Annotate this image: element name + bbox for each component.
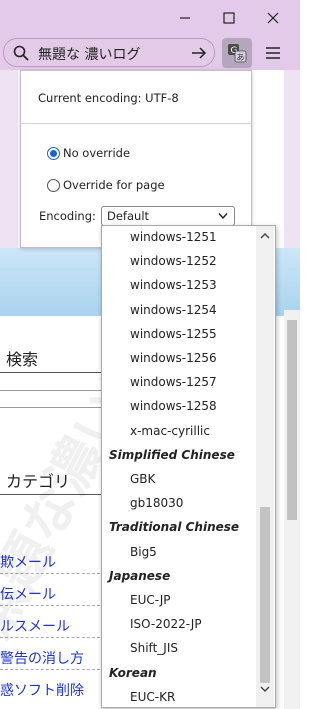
menu-button[interactable] bbox=[260, 40, 286, 66]
divider bbox=[0, 637, 100, 638]
dropdown-option[interactable]: x-mac-cyrillic bbox=[130, 424, 210, 438]
dropdown-group-header: Simplified Chinese bbox=[109, 447, 235, 462]
arrow-right-icon[interactable] bbox=[190, 44, 208, 62]
dropdown-option[interactable]: windows-1253 bbox=[130, 278, 217, 292]
current-encoding-text: Current encoding: UTF-8 bbox=[38, 91, 179, 105]
dropdown-option[interactable]: Shift_JIS bbox=[130, 641, 178, 655]
address-bar[interactable]: 無題な 濃いログ bbox=[3, 38, 215, 67]
category-link[interactable]: ルスメール bbox=[0, 616, 70, 636]
no-override-radio[interactable]: No override bbox=[47, 146, 130, 160]
browser-toolbar: 無題な 濃いログ G あ bbox=[0, 36, 300, 70]
divider bbox=[0, 669, 100, 670]
dropdown-scrollbar-thumb[interactable] bbox=[260, 507, 270, 683]
dropdown-option[interactable]: windows-1255 bbox=[130, 327, 217, 341]
category-link[interactable]: 伝メール bbox=[0, 584, 56, 604]
encoding-select[interactable]: Default bbox=[101, 206, 235, 226]
dropdown-option[interactable]: ISO-2022-JP bbox=[130, 617, 202, 631]
window-titlebar bbox=[0, 0, 300, 36]
category-link[interactable]: 警告の消し方 bbox=[0, 648, 84, 668]
address-bar-text: 無題な 濃いログ bbox=[38, 47, 141, 63]
divider bbox=[0, 605, 100, 606]
panel-separator bbox=[21, 123, 251, 124]
radio-selected-icon bbox=[47, 146, 60, 160]
category-heading: カテゴリ bbox=[6, 472, 71, 491]
close-icon bbox=[267, 12, 279, 24]
text-encoding-panel: Current encoding: UTF-8 No override Over… bbox=[20, 70, 252, 248]
dropdown-option[interactable]: windows-1251 bbox=[130, 230, 217, 244]
dropdown-group-header: Japanese bbox=[109, 568, 171, 583]
chevron-up-icon[interactable] bbox=[260, 232, 270, 240]
category-link[interactable]: 欺メール bbox=[0, 552, 56, 572]
search-icon bbox=[13, 45, 29, 61]
hamburger-menu-icon bbox=[266, 47, 280, 59]
override-for-page-radio[interactable]: Override for page bbox=[47, 178, 165, 192]
dropdown-scrollbar[interactable] bbox=[256, 226, 274, 707]
close-button[interactable] bbox=[250, 0, 296, 36]
minimize-icon bbox=[180, 17, 190, 19]
divider bbox=[0, 573, 100, 574]
encoding-dropdown-list: windows-1251 windows-1252 windows-1253 wind… bbox=[101, 225, 276, 708]
search-heading: 検索 bbox=[6, 350, 39, 369]
dropdown-group-header: Traditional Chinese bbox=[109, 520, 240, 535]
minimize-button[interactable] bbox=[162, 0, 208, 36]
category-link[interactable]: 惑ソフト削除 bbox=[0, 680, 84, 700]
dropdown-option[interactable]: windows-1257 bbox=[130, 375, 217, 389]
divider bbox=[0, 372, 110, 373]
dropdown-option[interactable]: windows-1258 bbox=[130, 399, 217, 413]
dropdown-option[interactable]: GBK bbox=[130, 472, 155, 486]
dropdown-option[interactable]: Big5 bbox=[130, 545, 157, 559]
page-side-strip bbox=[0, 70, 18, 248]
dropdown-option[interactable]: EUC-KR bbox=[130, 690, 175, 704]
chevron-down-icon[interactable] bbox=[260, 685, 270, 693]
dropdown-option[interactable]: windows-1252 bbox=[130, 254, 217, 268]
radio-unselected-icon bbox=[47, 178, 60, 192]
dropdown-option[interactable]: windows-1254 bbox=[130, 303, 217, 317]
translate-icon: G あ bbox=[228, 44, 247, 63]
maximize-icon bbox=[223, 12, 235, 24]
dropdown-option[interactable]: gb18030 bbox=[130, 496, 183, 510]
dropdown-group-header: Korean bbox=[109, 665, 157, 680]
no-override-label: No override bbox=[63, 146, 131, 160]
maximize-button[interactable] bbox=[206, 0, 252, 36]
encoding-label: Encoding: bbox=[39, 209, 96, 223]
override-for-page-label: Override for page bbox=[63, 178, 165, 192]
divider bbox=[0, 494, 110, 495]
dropdown-option[interactable]: windows-1256 bbox=[130, 351, 217, 365]
svg-text:あ: あ bbox=[237, 53, 245, 62]
search-box[interactable] bbox=[0, 390, 110, 408]
encoding-select-value: Default bbox=[107, 209, 150, 223]
page-scrollbar-thumb[interactable] bbox=[287, 320, 297, 520]
translate-button[interactable]: G あ bbox=[222, 38, 252, 68]
chevron-down-icon bbox=[218, 213, 228, 220]
page-scrollbar[interactable] bbox=[284, 310, 300, 709]
dropdown-option[interactable]: EUC-JP bbox=[130, 593, 171, 607]
